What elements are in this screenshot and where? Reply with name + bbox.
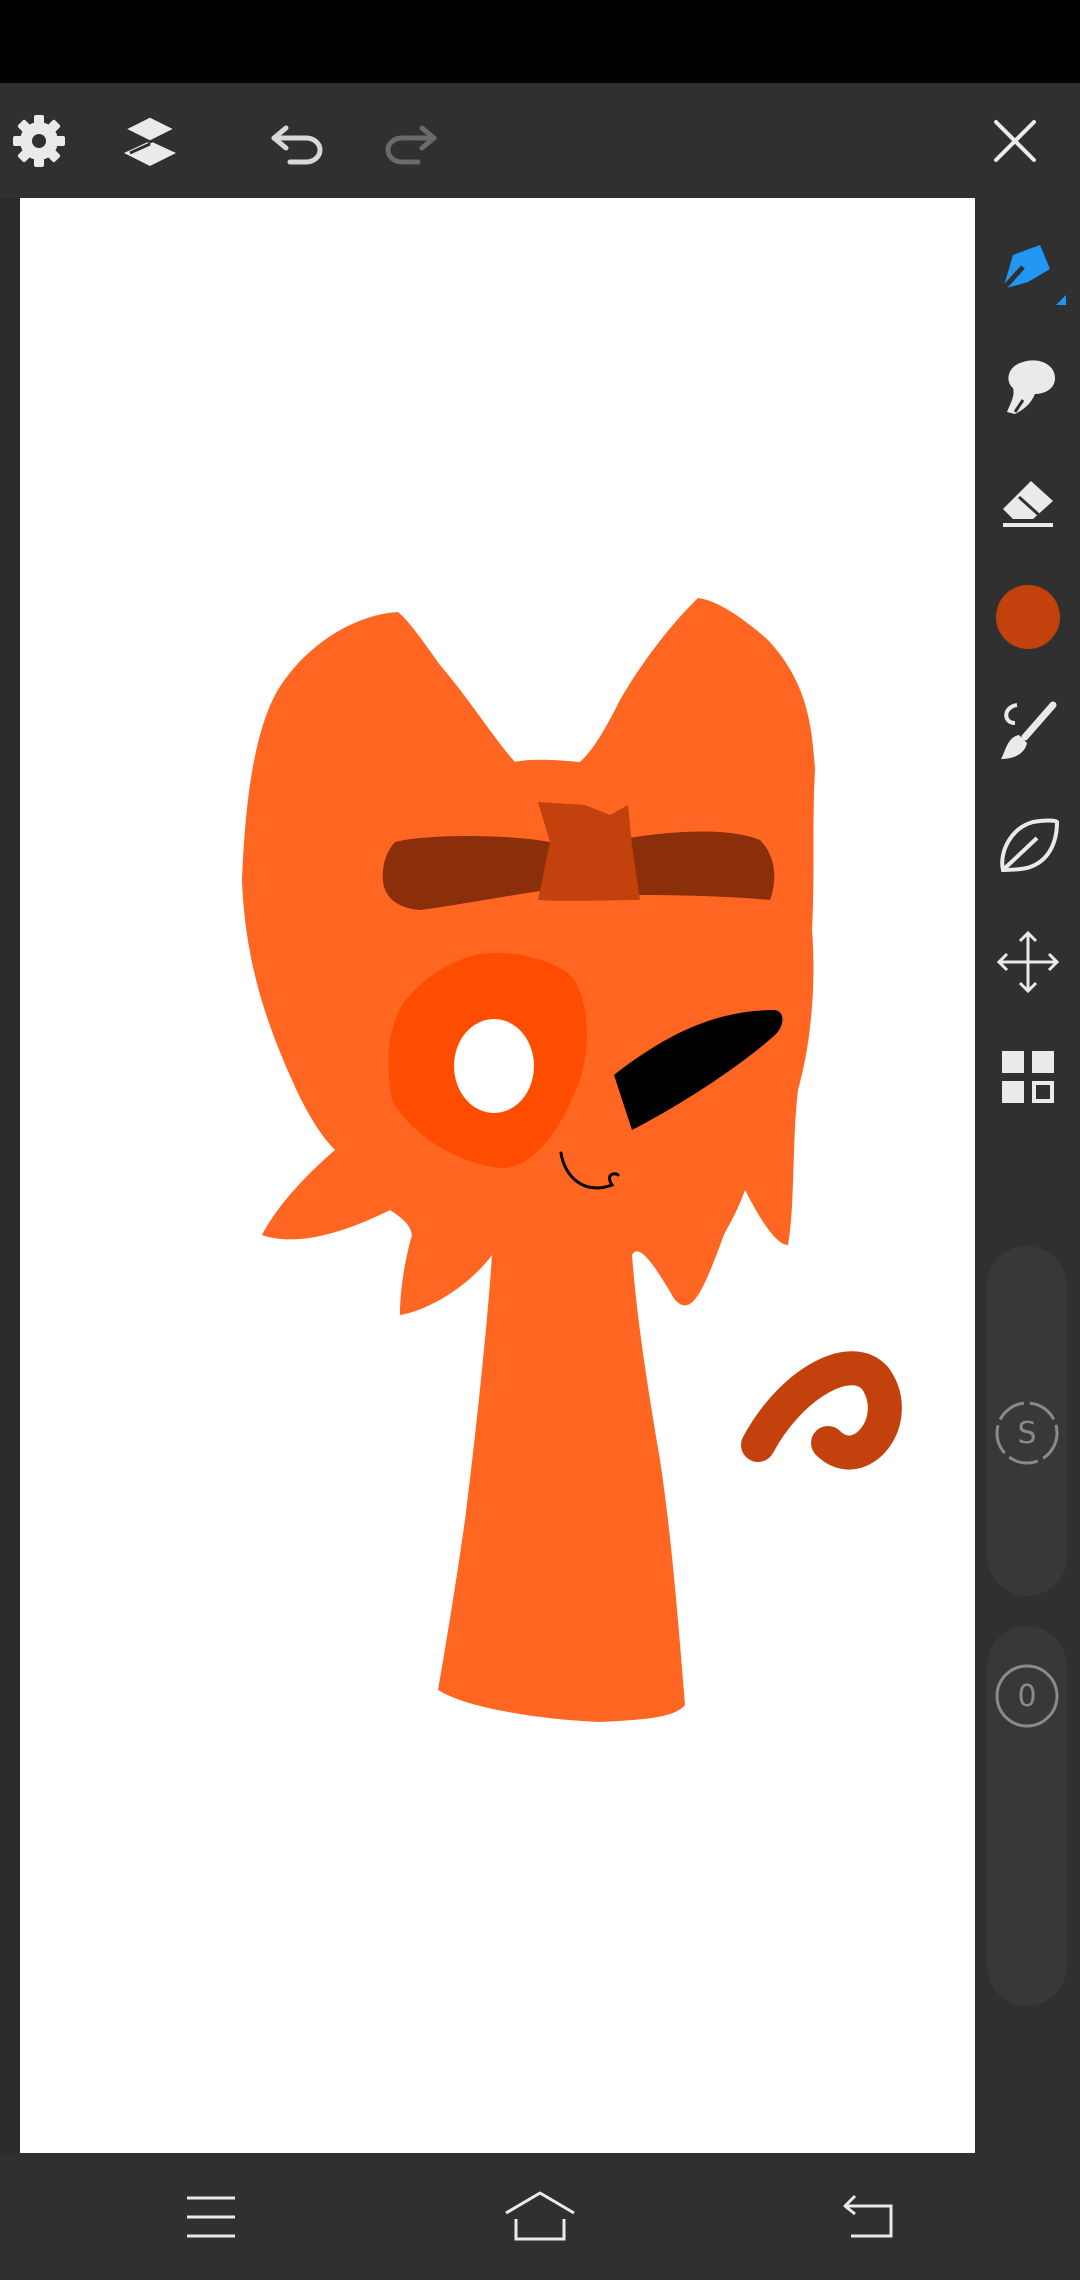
layers-button[interactable] [110, 83, 190, 198]
home-icon [505, 2191, 575, 2240]
grid-icon [1001, 1051, 1054, 1103]
redo-button[interactable] [370, 83, 450, 198]
back-icon [843, 2194, 893, 2237]
eraser-tool[interactable] [975, 457, 1080, 547]
size-indicator: S [994, 1400, 1060, 1466]
undo-icon [271, 125, 323, 164]
pen-tool[interactable] [975, 227, 1080, 317]
brush-tool[interactable] [975, 687, 1080, 777]
brow-patch [538, 802, 640, 901]
opacity-icon: 0 [995, 1664, 1059, 1728]
close-button[interactable] [975, 83, 1055, 198]
pen-icon [1000, 245, 1066, 305]
grid-tool[interactable] [975, 1032, 1080, 1122]
tail [741, 1351, 902, 1470]
gear-icon [13, 114, 65, 167]
size-icon: S [995, 1401, 1059, 1465]
eraser-icon [1002, 481, 1053, 527]
back-button[interactable] [789, 2153, 949, 2280]
redo-icon [385, 125, 437, 164]
home-button[interactable] [460, 2153, 620, 2280]
layers-icon [120, 113, 180, 166]
close-icon [994, 119, 1036, 162]
opacity-indicator: 0 [994, 1663, 1060, 1729]
character-body [242, 598, 815, 1722]
system-nav-bar [0, 2153, 1080, 2280]
lasso-icon [999, 818, 1059, 873]
smudge-icon [1006, 360, 1055, 414]
eye-white [454, 1019, 534, 1113]
undo-button[interactable] [258, 83, 338, 198]
menu-icon [187, 2196, 235, 2237]
opacity-label: 0 [1017, 1679, 1036, 1714]
move-icon [996, 930, 1059, 994]
top-toolbar [0, 83, 1080, 198]
transform-tool[interactable] [975, 917, 1080, 1007]
drawing [242, 598, 902, 1722]
brush-icon [1000, 701, 1056, 759]
settings-button[interactable] [0, 83, 78, 198]
canvas-edge [0, 198, 20, 2153]
size-label: S [1017, 1416, 1036, 1451]
menu-button[interactable] [131, 2153, 291, 2280]
color-picker[interactable] [975, 572, 1080, 662]
tool-panel: S 0 [975, 198, 1080, 2153]
smudge-tool[interactable] [975, 342, 1080, 432]
drawing-canvas[interactable] [20, 198, 975, 2153]
status-bar [0, 0, 1080, 83]
color-swatch [995, 585, 1060, 649]
lasso-tool[interactable] [975, 802, 1080, 892]
